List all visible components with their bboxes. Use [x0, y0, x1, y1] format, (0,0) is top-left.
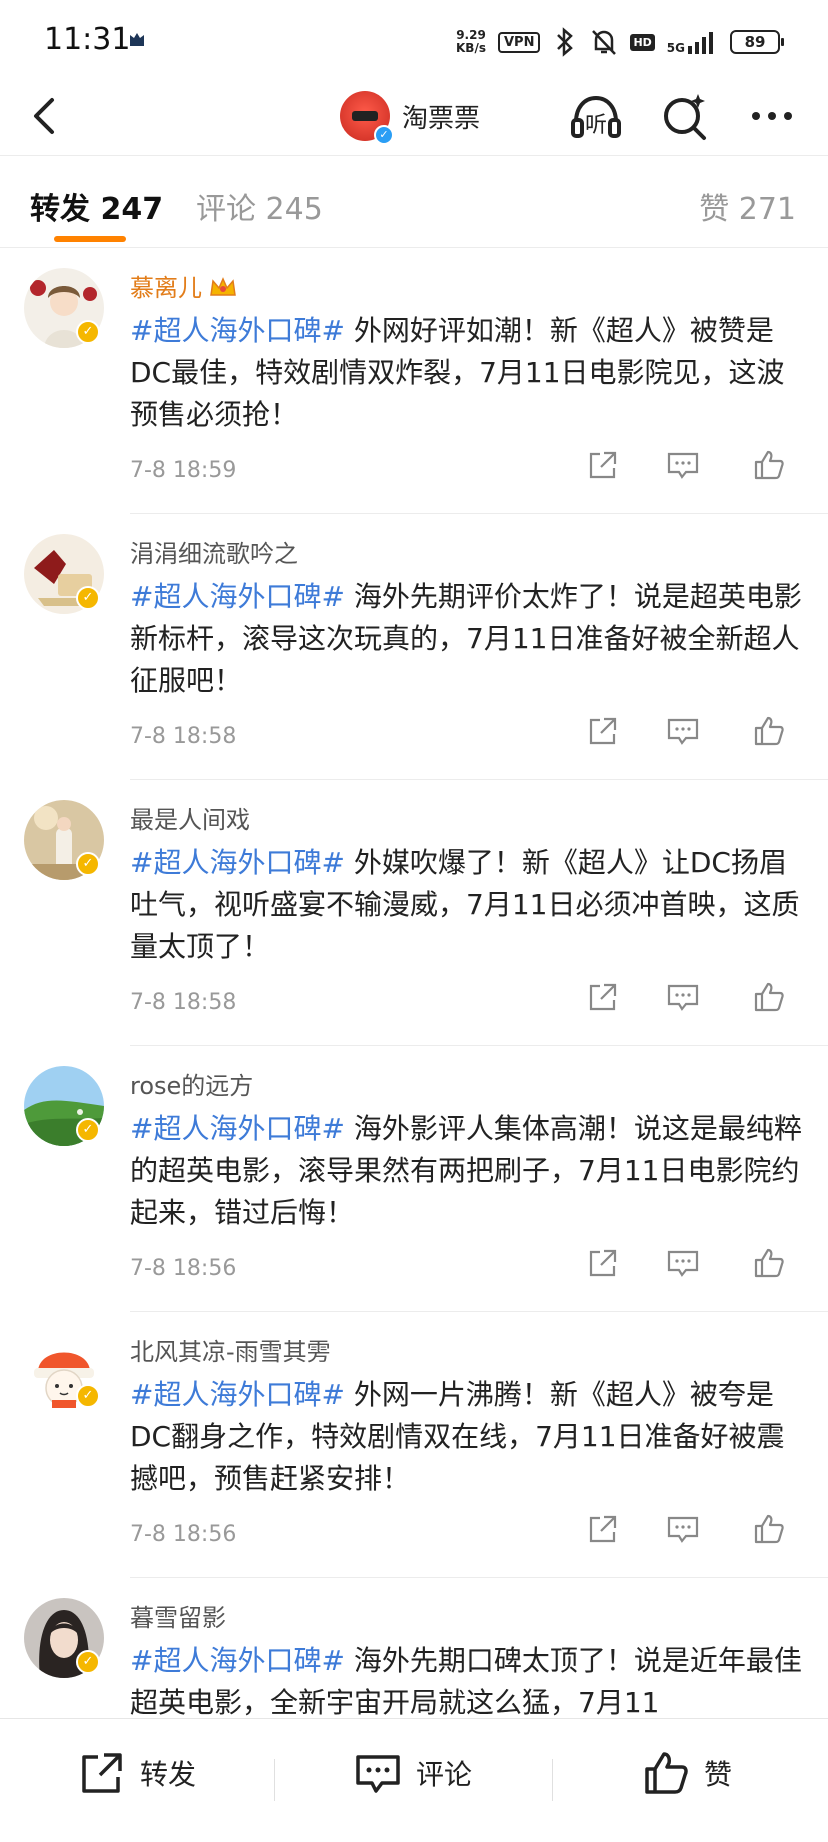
- more-dots-icon[interactable]: [744, 88, 800, 144]
- comment-icon: [356, 1755, 400, 1793]
- speed-unit: KB/s: [456, 41, 486, 55]
- post-actions: [0, 1246, 828, 1286]
- post-content[interactable]: #超人海外口碑# 海外影评人集体高潮！说这是最纯粹的超英电影，滚导果然有两把刷子…: [130, 1108, 806, 1234]
- like-button[interactable]: 赞: [642, 1749, 732, 1797]
- hashtag-link[interactable]: #超人海外口碑#: [130, 580, 345, 613]
- thumbs-up-icon[interactable]: [752, 980, 786, 1014]
- username[interactable]: 慕离儿: [130, 268, 238, 303]
- top-nav: ✓ 淘票票 听: [0, 80, 828, 156]
- signal-group: 5G: [667, 30, 718, 54]
- list-item: ✓ 暮雪留影 #超人海外口碑# 海外先期口碑太顶了！说是近年最佳超英电影，全新宇…: [0, 1578, 828, 1718]
- share-icon[interactable]: [586, 980, 620, 1014]
- post-content[interactable]: #超人海外口碑# 外媒吹爆了！新《超人》让DC扬眉吐气，视听盛宴不输漫威，7月1…: [130, 842, 806, 968]
- username[interactable]: 涓涓细流歌吟之: [130, 534, 298, 569]
- header-actions: 听: [568, 88, 800, 144]
- verified-icon: ✓: [76, 852, 100, 876]
- battery-indicator: 89: [730, 30, 784, 54]
- hd-badge: HD: [630, 33, 655, 51]
- hashtag-link[interactable]: #超人海外口碑#: [130, 1112, 345, 1145]
- list-item: ✓ 最是人间戏 #超人海外口碑# 外媒吹爆了！新《超人》让DC扬眉吐气，视听盛宴…: [0, 780, 828, 1046]
- list-item: ✓ 慕离儿 #超人海外口碑# 外网好评如潮！新《超人》被赞是DC最佳，特效剧情双…: [0, 248, 828, 514]
- listen-label: 听: [585, 113, 607, 138]
- post-content[interactable]: #超人海外口碑# 海外先期口碑太顶了！说是近年最佳超英电影，全新宇宙开局就这么猛…: [130, 1640, 806, 1718]
- headphones-listen-icon[interactable]: 听: [568, 88, 624, 144]
- status-icons: 9.29 KB/s VPN HD 5G 89: [456, 24, 784, 60]
- thumbs-up-icon[interactable]: [752, 714, 786, 748]
- app-notification-icon: [130, 33, 144, 46]
- comment-icon[interactable]: [666, 980, 700, 1014]
- username[interactable]: rose的远方: [130, 1066, 253, 1101]
- account-avatar[interactable]: ✓: [340, 91, 394, 145]
- verified-icon: ✓: [76, 586, 100, 610]
- share-icon[interactable]: [586, 1512, 620, 1546]
- post-actions: [0, 448, 828, 488]
- thumbs-up-icon[interactable]: [752, 1512, 786, 1546]
- post-actions: [0, 714, 828, 754]
- thumbs-up-icon[interactable]: [752, 1246, 786, 1280]
- share-icon: [82, 1753, 122, 1793]
- network-speed: 9.29 KB/s: [456, 29, 486, 55]
- comment-icon[interactable]: [666, 448, 700, 482]
- comment-icon[interactable]: [666, 1512, 700, 1546]
- status-bar: 11:31 9.29 KB/s VPN HD 5G 89: [0, 0, 828, 80]
- thumbs-up-icon: [645, 1752, 688, 1794]
- account-name[interactable]: 淘票票: [402, 98, 480, 135]
- hashtag-link[interactable]: #超人海外口碑#: [130, 846, 345, 879]
- crown-icon: [210, 277, 236, 296]
- hashtag-link[interactable]: #超人海外口碑#: [130, 314, 345, 347]
- verified-icon: ✓: [76, 1118, 100, 1142]
- list-item: ✓ 涓涓细流歌吟之 #超人海外口碑# 海外先期评价太炸了！说是超英电影新标杆，滚…: [0, 514, 828, 780]
- active-tab-indicator: [54, 236, 126, 242]
- tab-like[interactable]: 赞 271: [699, 184, 796, 228]
- network-type: 5G: [666, 41, 685, 55]
- share-icon[interactable]: [586, 448, 620, 482]
- tab-comment[interactable]: 评论 245: [196, 184, 323, 228]
- verified-icon: ✓: [76, 320, 100, 344]
- verified-icon: ✓: [374, 125, 394, 145]
- repost-button[interactable]: 转发: [78, 1749, 196, 1797]
- post-actions: [0, 980, 828, 1020]
- hashtag-link[interactable]: #超人海外口碑#: [130, 1378, 345, 1411]
- verified-icon: ✓: [76, 1650, 100, 1674]
- username-text: 慕离儿: [130, 274, 202, 302]
- comment-icon[interactable]: [666, 714, 700, 748]
- account-header[interactable]: ✓ 淘票票: [340, 86, 480, 146]
- vpn-badge: VPN: [497, 31, 541, 53]
- glasses-shape: [352, 111, 378, 121]
- list-item: ✓ rose的远方 #超人海外口碑# 海外影评人集体高潮！说这是最纯粹的超英电影…: [0, 1046, 828, 1312]
- post-content[interactable]: #超人海外口碑# 外网一片沸腾！新《超人》被夸是DC翻身之作，特效剧情双在线，7…: [130, 1374, 806, 1500]
- like-label: 赞: [704, 1758, 733, 1791]
- thumbs-up-icon[interactable]: [752, 448, 786, 482]
- username[interactable]: 暮雪留影: [130, 1598, 226, 1633]
- mute-bell-icon: [592, 30, 617, 55]
- repost-label: 转发: [140, 1758, 197, 1791]
- comment-button[interactable]: 评论: [354, 1749, 472, 1797]
- divider: [274, 1759, 275, 1801]
- bluetooth-icon: [557, 27, 574, 57]
- post-content[interactable]: #超人海外口碑# 外网好评如潮！新《超人》被赞是DC最佳，特效剧情双炸裂，7月1…: [130, 310, 806, 436]
- hashtag-link[interactable]: #超人海外口碑#: [130, 1644, 345, 1677]
- signal-icon: [688, 32, 713, 54]
- tab-repost[interactable]: 转发 247: [30, 184, 163, 228]
- comment-label: 评论: [416, 1758, 473, 1791]
- status-time: 11:31: [44, 22, 131, 57]
- bottom-action-bar: 转发 评论 赞: [0, 1718, 828, 1842]
- username[interactable]: 北风其凉-雨雪其雱: [130, 1332, 331, 1367]
- divider: [552, 1759, 553, 1801]
- share-icon[interactable]: [586, 1246, 620, 1280]
- username[interactable]: 最是人间戏: [130, 800, 250, 835]
- tab-bar: 转发 247 评论 245 赞 271: [0, 156, 828, 248]
- post-actions: [0, 1512, 828, 1552]
- list-item: ✓ 北风其凉-雨雪其雱 #超人海外口碑# 外网一片沸腾！新《超人》被夸是DC翻身…: [0, 1312, 828, 1578]
- share-icon[interactable]: [586, 714, 620, 748]
- chevron-left-icon[interactable]: [22, 92, 70, 140]
- comment-icon[interactable]: [666, 1246, 700, 1280]
- verified-icon: ✓: [76, 1384, 100, 1408]
- search-sparkle-icon[interactable]: [656, 88, 712, 144]
- repost-list: ✓ 慕离儿 #超人海外口碑# 外网好评如潮！新《超人》被赞是DC最佳，特效剧情双…: [0, 248, 828, 1718]
- post-content[interactable]: #超人海外口碑# 海外先期评价太炸了！说是超英电影新标杆，滚导这次玩真的，7月1…: [130, 576, 806, 702]
